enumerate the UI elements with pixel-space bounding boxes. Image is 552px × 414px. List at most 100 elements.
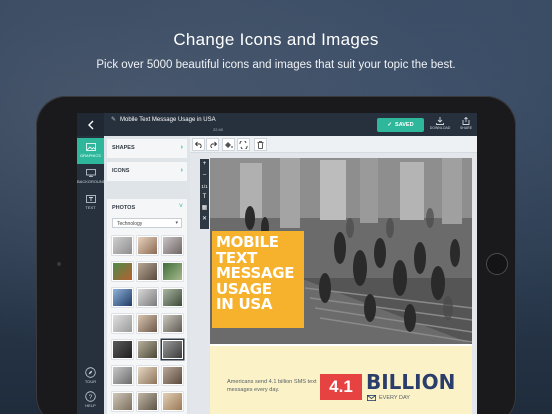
undo-button[interactable]	[192, 138, 205, 151]
monitor-icon	[85, 169, 96, 177]
undo-icon	[194, 141, 202, 148]
help-label: HELP	[85, 403, 96, 408]
download-label: DOWNLOAD	[429, 126, 451, 130]
camera-dot	[57, 262, 61, 266]
title-block[interactable]: MOBILE TEXT MESSAGE USAGE IN USA	[212, 231, 304, 328]
photo-thumb[interactable]	[137, 288, 158, 307]
photos-label[interactable]: PHOTOS	[112, 205, 135, 211]
home-button	[486, 253, 508, 275]
photos-section: PHOTOS ˅ Technology ▾	[107, 199, 187, 414]
photo-thumb-selected[interactable]	[162, 340, 183, 359]
pencil-icon: ✎	[111, 117, 117, 123]
fill-button[interactable]	[222, 138, 235, 151]
document-title-text: Mobile Text Message Usage in USA	[120, 117, 216, 123]
rail-item-text[interactable]: TEXT	[77, 190, 104, 216]
tour-label: TOUR	[84, 379, 97, 384]
help-button[interactable]: ? HELP	[77, 391, 104, 408]
shapes-section[interactable]: SHAPES ›	[107, 139, 187, 158]
chevron-down-icon: ˅	[178, 203, 183, 210]
rail-item-graphics[interactable]: GRAPHICS	[77, 138, 104, 164]
left-rail: GRAPHICS BACKGROUND TEXT TOUR ? HELP	[77, 136, 106, 414]
app-header: ✎ Mobile Text Message Usage in USA 22:40 …	[77, 113, 477, 136]
zoom-toolbar: + – 1/1 T ▦ ✕	[200, 159, 209, 229]
page-indicator: 1/1	[201, 184, 208, 189]
download-icon	[436, 117, 444, 125]
promo-headline: Change Icons and Images	[173, 30, 379, 49]
paint-bucket-icon	[225, 141, 233, 148]
photo-thumb[interactable]	[137, 340, 158, 359]
download-button[interactable]: DOWNLOAD	[429, 117, 451, 135]
document-title[interactable]: ✎ Mobile Text Message Usage in USA	[111, 116, 216, 123]
assets-panel: SHAPES › ICONS › PHOTOS ˅ Technology ▾	[104, 136, 190, 414]
tour-button[interactable]: TOUR	[77, 367, 104, 384]
promo-subline: Pick over 5000 beautiful icons and image…	[96, 59, 456, 71]
share-button[interactable]: SHARE	[455, 117, 477, 135]
icons-label: ICONS	[112, 168, 130, 174]
replace-button[interactable]	[237, 138, 250, 151]
photo-thumb[interactable]	[162, 314, 183, 333]
redo-button[interactable]	[206, 138, 219, 151]
photo-thumb[interactable]	[162, 366, 183, 385]
grid-button[interactable]: ▦	[200, 203, 209, 214]
check-icon: ✓	[387, 122, 393, 128]
station-photo[interactable]: MOBILE TEXT MESSAGE USAGE IN USA	[210, 158, 472, 344]
document-time: 22:40	[213, 127, 224, 132]
text-tool-button[interactable]: T	[200, 192, 209, 203]
chevron-right-icon: ›	[180, 144, 183, 151]
photo-thumb[interactable]	[137, 262, 158, 281]
help-icon: ?	[85, 391, 96, 402]
chevron-left-icon	[87, 120, 93, 129]
stat-number: 4.1	[320, 374, 362, 400]
photo-thumb[interactable]	[137, 366, 158, 385]
trash-icon	[257, 140, 264, 149]
photo-thumb[interactable]	[162, 392, 183, 411]
shapes-label: SHAPES	[112, 145, 135, 151]
stat-word: BILLION	[366, 370, 456, 394]
photo-thumb[interactable]	[112, 340, 133, 359]
photo-thumb[interactable]	[137, 392, 158, 411]
every-day-row: EVERY DAY	[367, 395, 410, 401]
photo-thumb[interactable]	[162, 262, 183, 281]
zoom-in-button[interactable]: +	[200, 159, 209, 170]
zoom-out-button[interactable]: –	[200, 170, 209, 181]
category-value: Technology	[117, 221, 143, 227]
photo-thumb[interactable]	[112, 288, 133, 307]
back-button[interactable]	[77, 113, 104, 136]
app-screen: ✎ Mobile Text Message Usage in USA 22:40 …	[77, 113, 477, 414]
category-select[interactable]: Technology ▾	[112, 218, 182, 228]
stats-block[interactable]: Americans send 4.1 billion SMS text mess…	[210, 346, 472, 414]
rail-label: BACKGROUND	[77, 179, 106, 184]
rail-label: TEXT	[85, 205, 96, 210]
saved-button[interactable]: ✓ SAVED	[377, 118, 424, 132]
every-day-label: EVERY DAY	[379, 395, 410, 401]
rail-item-background[interactable]: BACKGROUND	[77, 164, 106, 190]
photo-thumb[interactable]	[162, 288, 183, 307]
envelope-icon	[367, 395, 376, 401]
photo-thumb[interactable]	[137, 236, 158, 255]
svg-text:?: ?	[89, 394, 93, 401]
infographic-page[interactable]: MOBILE TEXT MESSAGE USAGE IN USA America…	[210, 158, 472, 414]
photo-thumb[interactable]	[137, 314, 158, 333]
photo-thumb[interactable]	[112, 366, 133, 385]
swap-icon	[239, 140, 248, 149]
compass-icon	[85, 367, 96, 378]
chevron-right-icon: ›	[180, 167, 183, 174]
photo-thumb[interactable]	[112, 236, 133, 255]
edit-toolbar	[190, 136, 477, 153]
icons-section[interactable]: ICONS ›	[107, 162, 187, 181]
stats-text: Americans send 4.1 billion SMS text mess…	[227, 379, 317, 393]
rail-label: GRAPHICS	[80, 153, 101, 158]
share-icon	[462, 117, 470, 125]
delete-button[interactable]	[254, 138, 267, 151]
text-icon	[85, 195, 96, 203]
caret-down-icon: ▾	[175, 220, 178, 226]
photo-thumb[interactable]	[162, 236, 183, 255]
image-icon	[85, 143, 96, 151]
saved-label: SAVED	[395, 122, 414, 128]
photo-thumb[interactable]	[112, 262, 133, 281]
close-button[interactable]: ✕	[200, 214, 209, 225]
title-line: IN USA	[216, 295, 273, 313]
photo-thumb[interactable]	[112, 392, 133, 411]
share-label: SHARE	[459, 126, 473, 130]
photo-thumb[interactable]	[112, 314, 133, 333]
